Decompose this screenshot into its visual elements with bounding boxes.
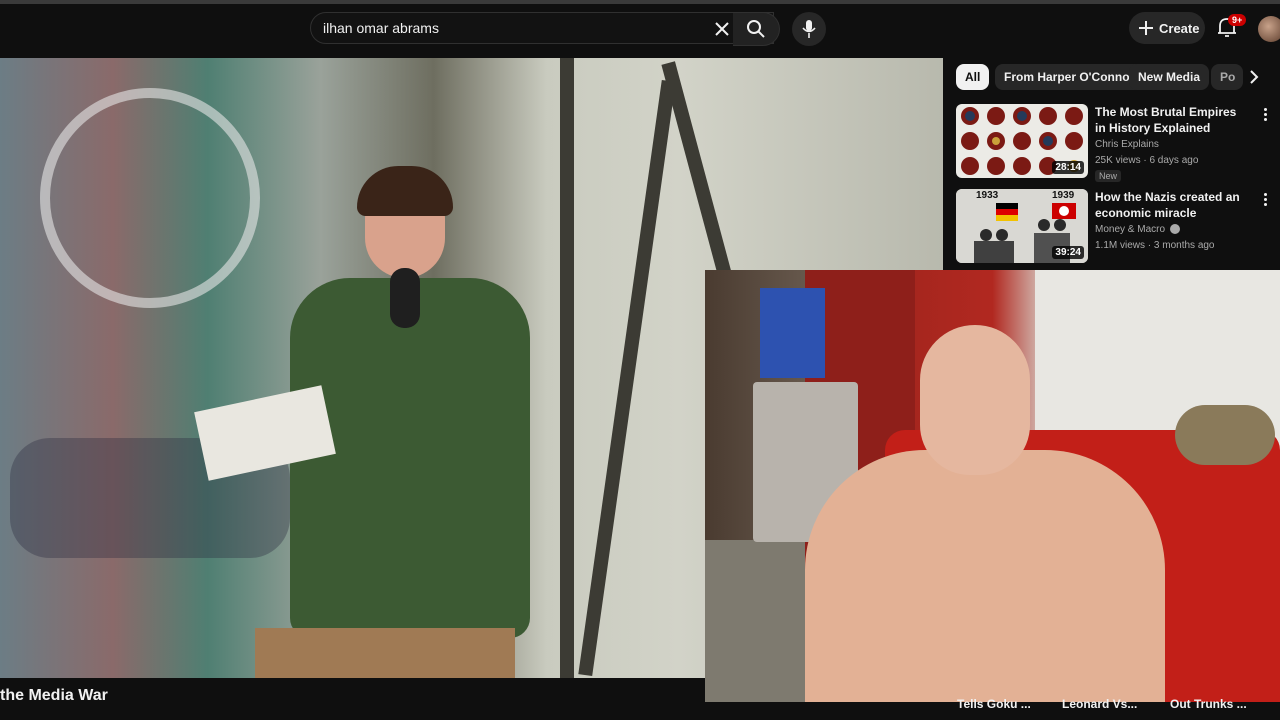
more-vert-icon[interactable] [1260, 193, 1270, 209]
chip-new-media[interactable]: New Media [1129, 64, 1210, 90]
webcam-pillow [1175, 405, 1275, 465]
video-microphone [390, 268, 420, 328]
webcam-overlay [705, 270, 1280, 702]
bottom-video-title[interactable]: Leonard Vs... [1062, 697, 1137, 711]
video-tree [578, 79, 676, 677]
video-person [194, 158, 565, 678]
bottom-video-title[interactable]: Out Trunks ... [1170, 697, 1247, 711]
clear-icon[interactable] [709, 16, 735, 42]
video-duration: 28:14 [1052, 161, 1084, 174]
avatar[interactable] [1258, 16, 1280, 42]
recommendation-thumbnail[interactable]: 1933 1939 39:24 [956, 189, 1088, 263]
channel-name: Money & Macro [1095, 224, 1166, 235]
chip-partial[interactable]: Po [1211, 64, 1243, 90]
video-title: the Media War [0, 687, 108, 704]
recommendation-channel[interactable]: Money & Macro [1095, 224, 1180, 235]
verified-icon [1169, 224, 1180, 235]
video-person-pants [255, 628, 515, 678]
search-input[interactable]: ilhan omar abrams [323, 20, 439, 36]
thumbnail-year-left: 1933 [976, 190, 999, 201]
search-button[interactable] [733, 12, 780, 46]
voice-search-button[interactable] [792, 12, 826, 46]
mic-icon [802, 19, 816, 44]
chevron-right-icon[interactable] [1243, 66, 1265, 88]
recommendation-title[interactable]: How the Nazis created an economic miracl… [1095, 189, 1245, 221]
recommendation-meta: 25K views · 6 days ago [1095, 155, 1199, 166]
webcam-boxes [760, 288, 825, 378]
recommendation-meta: 1.1M views · 3 months ago [1095, 240, 1215, 251]
recommendation-item[interactable]: 28:14 The Most Brutal Empires in History… [956, 104, 1276, 182]
recommendation-channel[interactable]: Chris Explains [1095, 139, 1159, 150]
search-box[interactable]: ilhan omar abrams [310, 12, 774, 44]
plus-icon [1138, 20, 1154, 41]
filter-chips: All From Harper O'Connor New Media Po [956, 64, 1276, 90]
create-label: Create [1159, 21, 1200, 36]
chip-from-harper[interactable]: From Harper O'Connor [995, 64, 1144, 90]
more-vert-icon[interactable] [1260, 108, 1270, 124]
new-badge: New [1095, 170, 1122, 182]
chip-all[interactable]: All [956, 64, 990, 90]
recommendation-item[interactable]: 1933 1939 39:24 How the Nazis created an… [956, 189, 1276, 267]
recommendation-title[interactable]: The Most Brutal Empires in History Expla… [1095, 104, 1245, 136]
search-icon [746, 19, 766, 44]
recommendation-thumbnail[interactable]: 28:14 [956, 104, 1088, 178]
webcam-person-face [920, 325, 1030, 475]
video-person-hair [357, 166, 453, 216]
webcam-person-torso [805, 450, 1165, 702]
header: ilhan omar abrams Create 9+ [0, 4, 1280, 52]
video-person-jacket [290, 278, 530, 638]
video-graffiti [40, 88, 260, 308]
thumbnail-year-right: 1939 [1052, 190, 1075, 201]
bell-icon [1214, 18, 1240, 43]
video-duration: 39:24 [1052, 246, 1084, 259]
create-button[interactable]: Create [1129, 12, 1205, 44]
notification-badge: 9+ [1228, 14, 1247, 26]
bottom-video-title[interactable]: Tells Goku ... [957, 697, 1031, 711]
